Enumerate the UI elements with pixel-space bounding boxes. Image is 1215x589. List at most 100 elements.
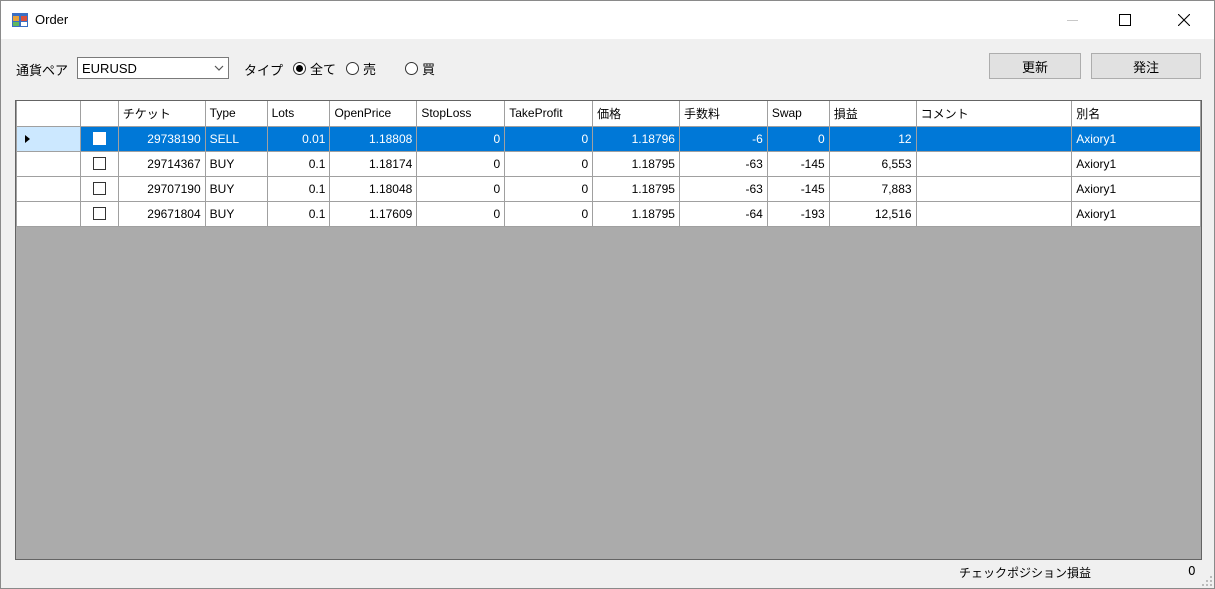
col-header-lots[interactable]: Lots (266, 101, 331, 127)
minimize-button[interactable] (1049, 1, 1095, 39)
radio-sell[interactable]: 売 (346, 59, 376, 78)
row-checkbox-cell[interactable] (79, 175, 119, 202)
row-header[interactable] (16, 150, 81, 177)
col-header-price[interactable]: 価格 (592, 101, 680, 127)
check-position-profit-value: 0 (1188, 564, 1196, 578)
col-header-comment[interactable]: コメント (915, 101, 1073, 127)
cell-price[interactable]: 1.18796 (592, 125, 680, 152)
title-bar[interactable]: Order (1, 1, 1214, 39)
currency-pair-value: EURUSD (82, 61, 137, 76)
cell-type[interactable]: SELL (204, 125, 268, 152)
row-checkbox-cell[interactable] (79, 125, 119, 152)
col-header-take-profit[interactable]: TakeProfit (504, 101, 594, 127)
cell-comment[interactable] (915, 150, 1073, 177)
cell-take-profit[interactable]: 0 (504, 175, 594, 202)
cell-lots[interactable]: 0.01 (266, 125, 331, 152)
cell-lots[interactable]: 0.1 (266, 175, 331, 202)
cell-commission[interactable]: -63 (678, 175, 768, 202)
row-checkbox[interactable] (92, 207, 106, 220)
window-title: Order (35, 12, 69, 27)
app-window-icon (12, 13, 28, 27)
cell-price[interactable]: 1.18795 (592, 175, 680, 202)
table-row[interactable]: 29671804 BUY 0.1 1.17609 0 0 1.18795 -64… (16, 200, 1201, 227)
row-checkbox[interactable] (92, 132, 106, 145)
cell-profit[interactable]: 12,516 (828, 200, 917, 227)
row-checkbox[interactable] (92, 157, 106, 170)
cell-type[interactable]: BUY (204, 175, 268, 202)
cell-stop-loss[interactable]: 0 (416, 175, 506, 202)
cell-type[interactable]: BUY (204, 200, 268, 227)
cell-alias[interactable]: Axiory1 (1071, 125, 1201, 152)
currency-pair-label: 通貨ペア (16, 64, 69, 79)
cell-commission[interactable]: -64 (678, 200, 768, 227)
cell-ticket[interactable]: 29707190 (117, 175, 206, 202)
cell-type[interactable]: BUY (204, 150, 268, 177)
cell-comment[interactable] (915, 125, 1073, 152)
close-button[interactable] (1161, 1, 1207, 39)
cell-profit[interactable]: 12 (828, 125, 917, 152)
cell-alias[interactable]: Axiory1 (1071, 175, 1201, 202)
cell-alias[interactable]: Axiory1 (1071, 200, 1201, 227)
table-row[interactable]: 29738190 SELL 0.01 1.18808 0 0 1.18796 -… (16, 125, 1201, 152)
row-header[interactable] (16, 175, 81, 202)
cell-open-price[interactable]: 1.18048 (329, 175, 418, 202)
cell-ticket[interactable]: 29671804 (117, 200, 206, 227)
cell-profit[interactable]: 7,883 (828, 175, 917, 202)
row-checkbox-cell[interactable] (79, 150, 119, 177)
cell-stop-loss[interactable]: 0 (416, 200, 506, 227)
current-row-arrow-icon (25, 134, 30, 143)
col-header-alias[interactable]: 別名 (1071, 101, 1201, 127)
cell-open-price[interactable]: 1.17609 (329, 200, 418, 227)
cell-profit[interactable]: 6,553 (828, 150, 917, 177)
table-row[interactable]: 29714367 BUY 0.1 1.18174 0 0 1.18795 -63… (16, 150, 1201, 177)
table-row[interactable]: 29707190 BUY 0.1 1.18048 0 0 1.18795 -63… (16, 175, 1201, 202)
order-button[interactable]: 発注 (1091, 53, 1201, 79)
type-label: タイプ (244, 64, 284, 79)
cell-open-price[interactable]: 1.18174 (329, 150, 418, 177)
cell-open-price[interactable]: 1.18808 (329, 125, 418, 152)
cell-stop-loss[interactable]: 0 (416, 150, 506, 177)
cell-price[interactable]: 1.18795 (592, 150, 680, 177)
cell-lots[interactable]: 0.1 (266, 200, 331, 227)
currency-pair-select[interactable]: EURUSD (77, 57, 229, 79)
maximize-button[interactable] (1102, 1, 1148, 39)
col-header-ticket[interactable]: チケット (117, 101, 206, 127)
row-header[interactable] (16, 200, 81, 227)
cell-swap[interactable]: -145 (766, 150, 830, 177)
cell-comment[interactable] (915, 175, 1073, 202)
order-grid[interactable]: チケット Type Lots OpenPrice StopLoss TakePr… (15, 100, 1202, 560)
cell-stop-loss[interactable]: 0 (416, 125, 506, 152)
col-header-open-price[interactable]: OpenPrice (329, 101, 418, 127)
row-checkbox[interactable] (92, 182, 106, 195)
row-checkbox-cell[interactable] (79, 200, 119, 227)
col-header-type[interactable]: Type (204, 101, 268, 127)
cell-lots[interactable]: 0.1 (266, 150, 331, 177)
cell-commission[interactable]: -63 (678, 150, 768, 177)
col-header-profit[interactable]: 損益 (828, 101, 917, 127)
cell-swap[interactable]: 0 (766, 125, 830, 152)
refresh-button[interactable]: 更新 (989, 53, 1081, 79)
radio-buy[interactable]: 買 (405, 59, 435, 78)
radio-buy-indicator[interactable] (405, 62, 418, 75)
cell-take-profit[interactable]: 0 (504, 200, 594, 227)
chevron-down-icon (214, 65, 224, 71)
cell-swap[interactable]: -193 (766, 200, 830, 227)
col-header-stop-loss[interactable]: StopLoss (416, 101, 506, 127)
cell-price[interactable]: 1.18795 (592, 200, 680, 227)
row-header[interactable] (16, 125, 81, 152)
cell-ticket[interactable]: 29738190 (117, 125, 206, 152)
cell-take-profit[interactable]: 0 (504, 150, 594, 177)
radio-sell-indicator[interactable] (346, 62, 359, 75)
cell-take-profit[interactable]: 0 (504, 125, 594, 152)
cell-comment[interactable] (915, 200, 1073, 227)
cell-commission[interactable]: -6 (678, 125, 768, 152)
radio-all-indicator[interactable] (293, 62, 306, 75)
cell-alias[interactable]: Axiory1 (1071, 150, 1201, 177)
cell-ticket[interactable]: 29714367 (117, 150, 206, 177)
col-header-swap[interactable]: Swap (766, 101, 830, 127)
cell-swap[interactable]: -145 (766, 175, 830, 202)
radio-all[interactable]: 全て (293, 59, 336, 78)
col-header-commission[interactable]: 手数料 (678, 101, 768, 127)
row-header-corner (16, 101, 81, 127)
resize-grip-icon[interactable] (1202, 576, 1212, 586)
